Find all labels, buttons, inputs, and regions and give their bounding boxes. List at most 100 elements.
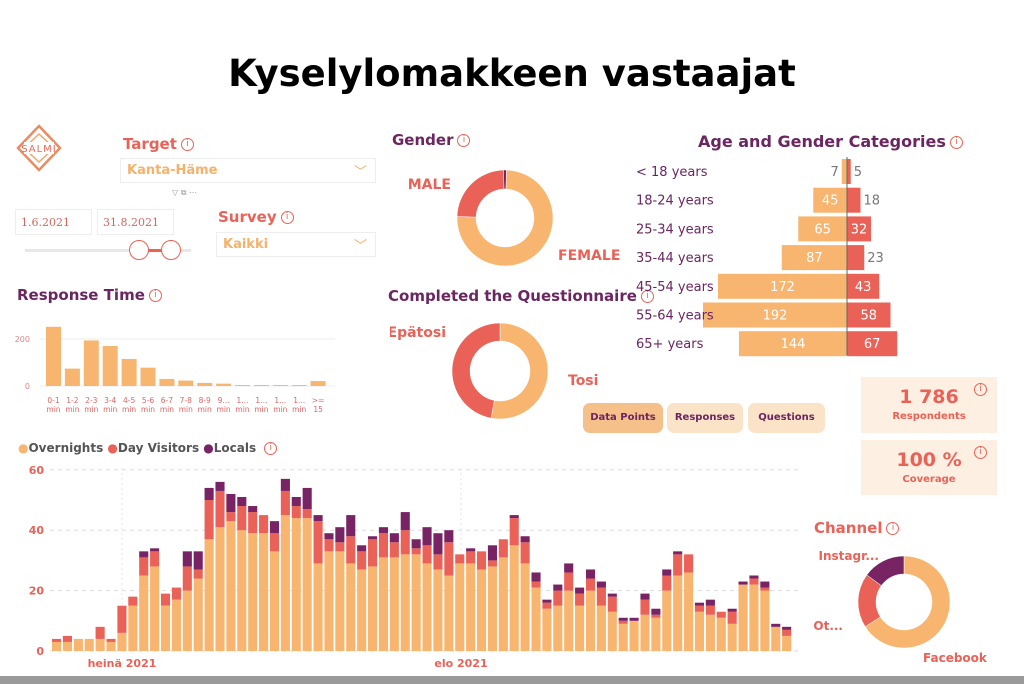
stacked-bar-segment[interactable] [727, 611, 737, 624]
stacked-bar-segment[interactable] [531, 581, 541, 588]
stacked-bar-segment[interactable] [618, 620, 628, 624]
stacked-bar-segment[interactable] [585, 590, 596, 651]
stacked-bar-segment[interactable] [84, 638, 94, 651]
stacked-bar-segment[interactable] [182, 551, 192, 567]
stacked-bar-segment[interactable] [455, 554, 465, 564]
stacked-bar-segment[interactable] [411, 548, 421, 555]
legend-day-visitors[interactable]: Day Visitors [118, 441, 199, 455]
info-icon[interactable]: i [457, 134, 471, 147]
stacked-bar-segment[interactable] [269, 533, 280, 552]
stacked-bar-segment[interactable] [705, 599, 715, 606]
stacked-bar-segment[interactable] [193, 569, 203, 579]
data-points-button[interactable]: Data Points [583, 403, 663, 433]
stacked-bar-segment[interactable] [400, 512, 410, 531]
info-icon[interactable]: i [280, 211, 294, 224]
stacked-bar-segment[interactable] [782, 635, 792, 651]
stacked-bar-segment[interactable] [215, 527, 225, 651]
stacked-bar-segment[interactable] [226, 493, 236, 513]
stacked-bar-segment[interactable] [509, 515, 519, 519]
stacked-bar-segment[interactable] [771, 626, 781, 651]
stacked-bar-segment[interactable] [520, 536, 530, 543]
stacked-bar-segment[interactable] [640, 593, 650, 600]
stacked-bar-segment[interactable] [684, 554, 694, 573]
stacked-bar-segment[interactable] [651, 614, 661, 618]
stacked-bar-segment[interactable] [291, 518, 301, 651]
stacked-bar-segment[interactable] [335, 551, 345, 651]
questions-button[interactable]: Questions [748, 403, 825, 433]
female-bar[interactable] [841, 159, 847, 184]
stacked-bar-segment[interactable] [782, 626, 792, 630]
stacked-bar-segment[interactable] [585, 569, 596, 579]
stacked-bar-segment[interactable] [444, 530, 454, 543]
stacked-bar-segment[interactable] [368, 539, 378, 567]
stacked-bar-segment[interactable] [62, 635, 72, 642]
stacked-bar-segment[interactable] [280, 490, 290, 516]
stacked-bar-segment[interactable] [575, 593, 585, 606]
stacked-bar-segment[interactable] [487, 566, 497, 651]
info-icon[interactable]: i [949, 136, 963, 149]
stacked-bar-segment[interactable] [444, 575, 454, 652]
start-date-input[interactable]: 1.6.2021 [15, 209, 92, 235]
stacked-bar-segment[interactable] [509, 545, 519, 651]
stacked-bar-segment[interactable] [542, 602, 552, 609]
stacked-bar-segment[interactable] [651, 608, 661, 615]
info-icon[interactable]: i [148, 289, 162, 302]
stacked-bar-segment[interactable] [193, 551, 203, 570]
stacked-bar-segment[interactable] [117, 605, 127, 633]
stacked-bar-segment[interactable] [771, 623, 781, 627]
stacked-bar-segment[interactable] [346, 563, 356, 651]
response-time-bar[interactable] [46, 326, 61, 386]
stacked-bar-segment[interactable] [433, 533, 443, 555]
target-dropdown[interactable]: Kanta-Häme ﹀ [120, 158, 376, 183]
stacked-bar-segment[interactable] [694, 602, 705, 606]
info-icon[interactable]: i [180, 138, 194, 151]
info-icon[interactable]: i [886, 522, 900, 535]
stacked-bar-segment[interactable] [411, 539, 421, 549]
stacked-bar-segment[interactable] [215, 490, 225, 528]
stacked-bar-segment[interactable] [694, 605, 705, 612]
stacked-bar-segment[interactable] [171, 587, 181, 600]
stacked-bar-segment[interactable] [204, 500, 214, 540]
stacked-bar-segment[interactable] [248, 533, 258, 651]
stacked-bar-segment[interactable] [248, 506, 258, 513]
stacked-bar-segment[interactable] [204, 539, 214, 651]
stacked-bar-segment[interactable] [150, 548, 160, 552]
stacked-bar-segment[interactable] [259, 533, 269, 651]
stacked-bar-segment[interactable] [629, 617, 639, 621]
stacked-bar-segment[interactable] [302, 487, 312, 510]
stacked-bar-segment[interactable] [466, 551, 476, 564]
stacked-bar-segment[interactable] [433, 569, 443, 651]
info-icon[interactable]: i [974, 446, 987, 459]
info-icon[interactable]: i [974, 383, 987, 396]
focus-mode-icon[interactable]: ⧉ [181, 188, 187, 197]
stacked-bar-segment[interactable] [694, 611, 705, 651]
stacked-bar-segment[interactable] [302, 518, 312, 651]
stacked-bar-segment[interactable] [52, 641, 62, 651]
legend-locals[interactable]: Locals [214, 441, 256, 455]
stacked-bar-segment[interactable] [749, 578, 759, 585]
stacked-bar-segment[interactable] [585, 578, 596, 591]
slider-start-handle[interactable] [129, 240, 149, 260]
stacked-bar-segment[interactable] [564, 590, 574, 651]
stacked-bar-segment[interactable] [248, 512, 258, 534]
male-bar[interactable] [847, 245, 865, 271]
stacked-bar-segment[interactable] [596, 587, 606, 606]
stacked-bar-segment[interactable] [738, 581, 748, 585]
stacked-bar-segment[interactable] [487, 560, 497, 567]
response-time-bar[interactable] [102, 346, 118, 386]
stacked-bar-segment[interactable] [760, 581, 770, 588]
stacked-bar-segment[interactable] [455, 563, 465, 651]
stacked-bar-segment[interactable] [378, 557, 389, 651]
response-time-bar[interactable] [197, 382, 213, 386]
visual-header-icons[interactable]: ▽ ⧉ ⋯ [172, 188, 197, 198]
stacked-bar-segment[interactable] [487, 545, 497, 561]
stacked-bar-segment[interactable] [422, 545, 432, 564]
stacked-bar-segment[interactable] [749, 575, 759, 579]
stacked-bar-segment[interactable] [73, 638, 83, 651]
legend-overnights[interactable]: Overnights [28, 441, 103, 455]
stacked-bar-segment[interactable] [139, 575, 149, 652]
stacked-bar-segment[interactable] [542, 599, 552, 603]
stacked-bar-segment[interactable] [378, 527, 389, 534]
stacked-bar-segment[interactable] [705, 614, 715, 651]
slider-end-handle[interactable] [161, 240, 181, 260]
